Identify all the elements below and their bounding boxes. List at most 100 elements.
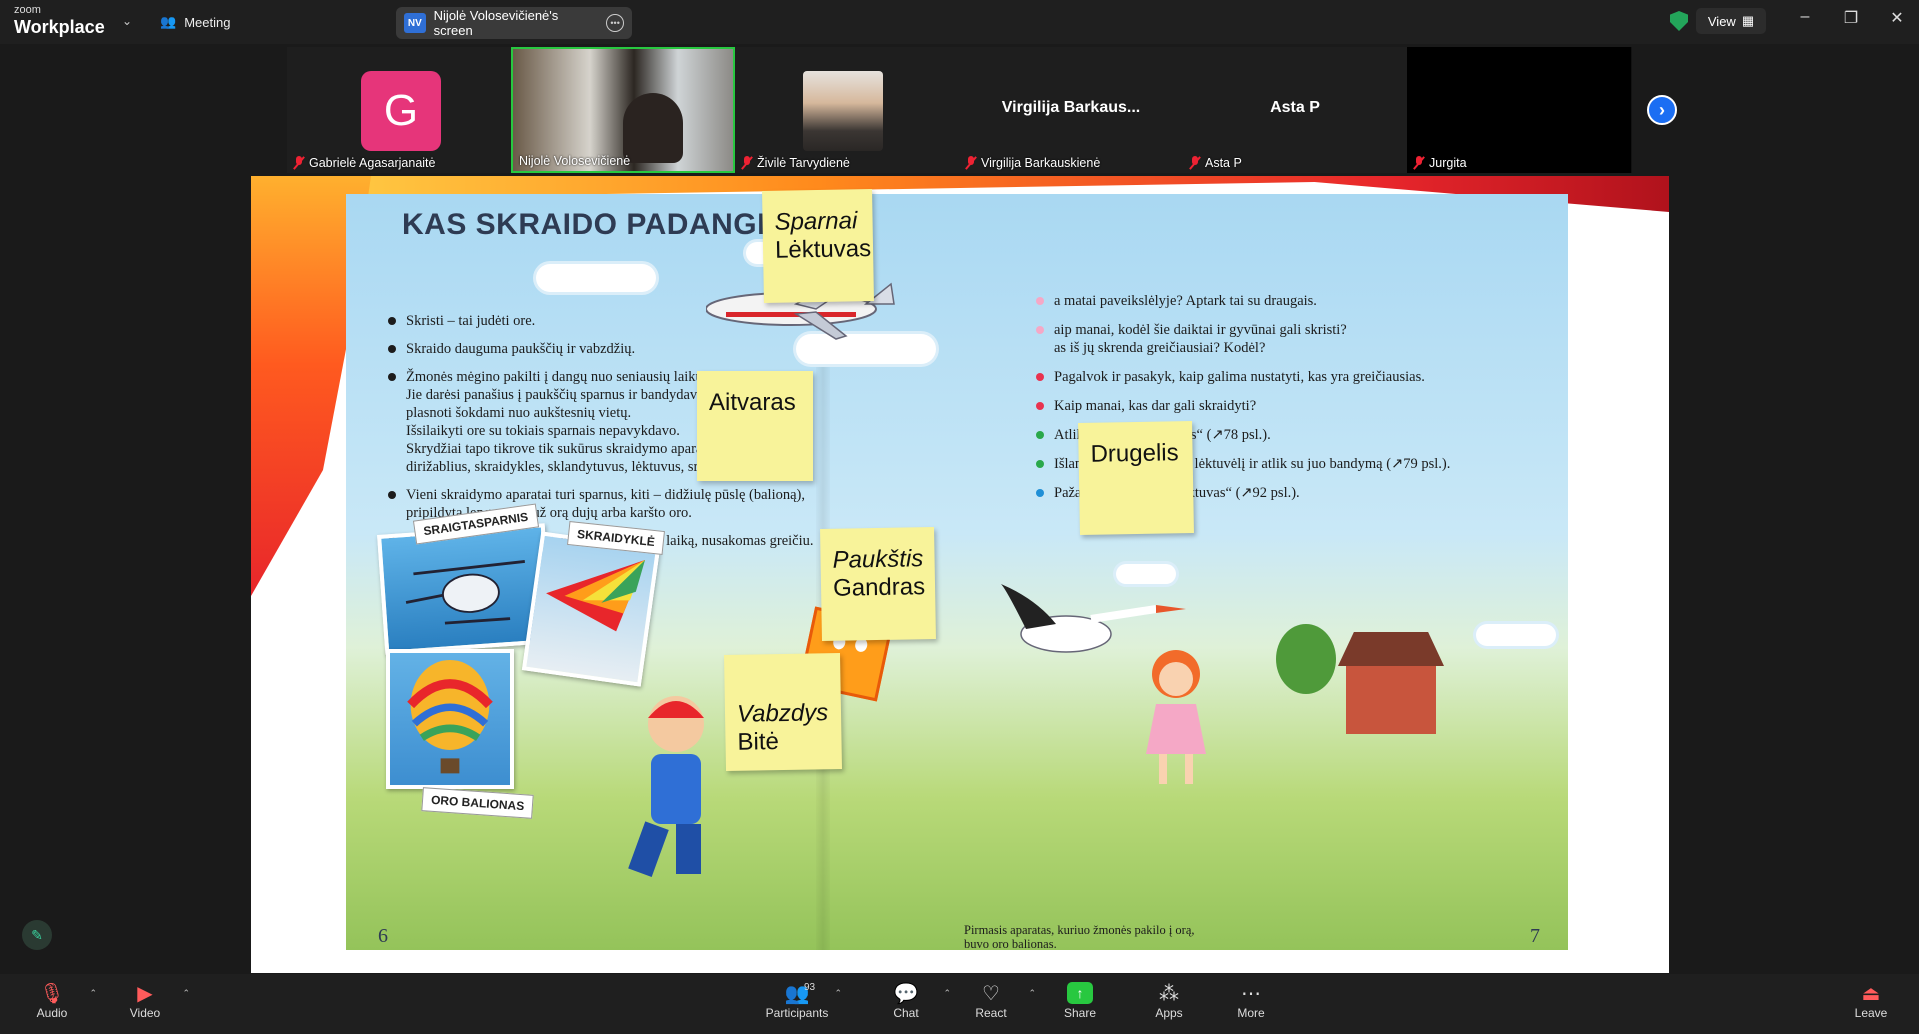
- participants-count: 93: [804, 982, 816, 993]
- chat-icon: 💬: [893, 982, 919, 1005]
- chat-button[interactable]: 💬 Chat ⌃: [871, 980, 951, 1021]
- participant-display-name: Virgilija Barkaus...: [1001, 99, 1141, 116]
- hot-air-balloon-photo: [386, 649, 514, 789]
- sticky-note[interactable]: Aitvaras: [697, 371, 813, 481]
- presenter-badge: NV: [404, 13, 426, 33]
- chevron-up-icon[interactable]: ⌃: [943, 988, 951, 999]
- close-icon[interactable]: ✕: [1882, 8, 1912, 28]
- screen-share-indicator[interactable]: NV Nijolė Volosevičienė's screen •••: [396, 7, 632, 39]
- share-button[interactable]: ↑ Share: [1045, 980, 1115, 1020]
- shared-screen: KAS SKRAIDO PADANGĖJE? Skristi – tai jud…: [251, 176, 1669, 973]
- participant-video: [513, 49, 733, 171]
- page-number-left: 6: [378, 925, 388, 947]
- title-bar: zoom Workplace ⌄ 👥 Meeting NV Nijolė Vol…: [0, 0, 1919, 44]
- muted-mic-icon: [1413, 156, 1425, 170]
- chevron-down-icon[interactable]: ⌄: [122, 14, 132, 28]
- participant-strip: G Gabrielė Agasarjanaitė Nijolė Volosevi…: [287, 47, 1632, 173]
- figure-caption: Pirmasis aparatas, kuriuo žmonės pakilo …: [964, 923, 1195, 951]
- screen-share-label: Nijolė Volosevičienė's screen: [433, 8, 559, 38]
- sticky-note[interactable]: Sparnai Lėktuvas: [762, 189, 874, 303]
- muted-mic-icon: [293, 156, 305, 170]
- grid-icon: ▦: [1741, 13, 1755, 28]
- bullet-item: aip manai, kodėl šie daiktai ir gyvūnai …: [1036, 321, 1536, 357]
- react-heart-icon: ♡: [982, 982, 1000, 1005]
- chevron-up-icon[interactable]: ⌃: [89, 988, 97, 999]
- meeting-button[interactable]: 👥 Meeting: [160, 10, 230, 34]
- chevron-up-icon[interactable]: ⌃: [834, 988, 842, 999]
- participant-name: Jurgita: [1429, 156, 1467, 170]
- muted-mic-icon: [965, 156, 977, 170]
- sticky-note[interactable]: Paukštis Gandras: [820, 527, 936, 641]
- participant-name: Živilė Tarvydienė: [757, 156, 850, 170]
- participant-tile[interactable]: G Gabrielė Agasarjanaitė: [287, 47, 511, 173]
- participants-button[interactable]: 👥 93 Participants ⌃: [762, 980, 842, 1020]
- muted-mic-icon: [741, 156, 753, 170]
- view-button[interactable]: View ▦: [1696, 8, 1766, 34]
- textbook-page: KAS SKRAIDO PADANGĖJE? Skristi – tai jud…: [346, 194, 1568, 951]
- muted-mic-icon: 🎙: [39, 982, 65, 1005]
- share-screen-icon: ↑: [1067, 982, 1093, 1004]
- sticky-note[interactable]: Vabzdys Bitė: [723, 652, 843, 772]
- people-icon: 👥: [160, 14, 177, 29]
- chevron-up-icon[interactable]: ⌃: [1028, 988, 1036, 999]
- meeting-toolbar: 🎙 Audio ⌃ ▶ Video ⌃ 👥 93 Participants ⌃ …: [0, 974, 1919, 1034]
- page-number-right: 7: [1530, 925, 1540, 947]
- more-options-icon[interactable]: •••: [606, 14, 625, 32]
- participant-name: Virgilija Barkauskienė: [981, 156, 1101, 170]
- participant-tile-active-speaker[interactable]: Nijolė Volosevičienė: [511, 47, 735, 173]
- apps-button[interactable]: ⁂ Apps: [1134, 980, 1204, 1021]
- apps-label: Apps: [1155, 1006, 1183, 1020]
- sticky-note[interactable]: Drugelis: [1078, 421, 1194, 535]
- bullet-item: Skraido dauguma paukščių ir vabzdžių.: [388, 340, 878, 358]
- participant-tile[interactable]: Asta P Asta P: [1183, 47, 1407, 173]
- annotate-pen-icon[interactable]: ✎: [22, 920, 52, 950]
- next-page-arrow-icon[interactable]: ›: [1647, 95, 1677, 125]
- participants-label: Participants: [765, 1006, 829, 1020]
- participant-display-name: Asta P: [1270, 99, 1320, 116]
- participant-name: Asta P: [1205, 156, 1242, 170]
- video-button[interactable]: ▶ Video ⌃: [110, 980, 190, 1021]
- meeting-label: Meeting: [184, 14, 231, 30]
- tree-illustration: [1276, 624, 1336, 694]
- profile-photo: [803, 71, 883, 151]
- girl-illustration: [1146, 650, 1206, 784]
- balloon-label: ORO BALIONAS: [421, 787, 535, 819]
- chevron-up-icon[interactable]: ⌃: [182, 988, 190, 999]
- more-dots-icon: ⋯: [1241, 982, 1261, 1005]
- cloud-illustration: [1476, 624, 1556, 646]
- leave-door-icon: ⏏: [1861, 982, 1881, 1005]
- brand-zoom: zoom: [14, 4, 41, 16]
- brand-workplace: Workplace: [14, 17, 105, 37]
- hang-glider-photo: [521, 531, 661, 687]
- encryption-shield-icon[interactable]: [1670, 11, 1688, 31]
- more-label: More: [1237, 1006, 1265, 1020]
- participant-tile[interactable]: Virgilija Barkaus... Virgilija Barkauski…: [959, 47, 1183, 173]
- bullet-item: Skristi – tai judėti ore.: [388, 312, 878, 330]
- participant-name: Gabrielė Agasarjanaitė: [309, 156, 436, 170]
- cloud-illustration: [536, 264, 656, 292]
- view-label: View: [1707, 13, 1736, 29]
- muted-mic-icon: [1189, 156, 1201, 170]
- apps-icon: ⁂: [1159, 982, 1179, 1005]
- participant-name: Nijolė Volosevičienė: [519, 154, 631, 168]
- share-label: Share: [1063, 1006, 1097, 1020]
- avatar: G: [361, 71, 441, 151]
- bullet-item: Kaip manai, kas dar gali skraidyti?: [1036, 397, 1536, 415]
- participant-tile[interactable]: Jurgita: [1407, 47, 1631, 173]
- bullet-item: a matai paveikslėlyje? Aptark tai su dra…: [1036, 292, 1536, 310]
- zoom-logo: zoom Workplace: [14, 4, 105, 37]
- house-illustration: [1346, 664, 1436, 734]
- boy-illustration: [628, 696, 704, 877]
- video-off-icon: ▶: [137, 982, 153, 1005]
- react-label: React: [975, 1006, 1007, 1020]
- participant-tile[interactable]: Živilė Tarvydienė: [735, 47, 959, 173]
- restore-icon[interactable]: ❐: [1836, 8, 1866, 28]
- audio-button[interactable]: 🎙 Audio ⌃: [17, 980, 97, 1021]
- chat-label: Chat: [893, 1006, 919, 1020]
- more-button[interactable]: ⋯ More: [1216, 980, 1286, 1021]
- leave-button[interactable]: ⏏ Leave: [1836, 980, 1906, 1021]
- react-button[interactable]: ♡ React ⌃: [956, 980, 1036, 1021]
- participants-icon: 👥: [784, 982, 810, 1005]
- minimize-icon[interactable]: –: [1790, 8, 1820, 26]
- audio-label: Audio: [36, 1006, 68, 1020]
